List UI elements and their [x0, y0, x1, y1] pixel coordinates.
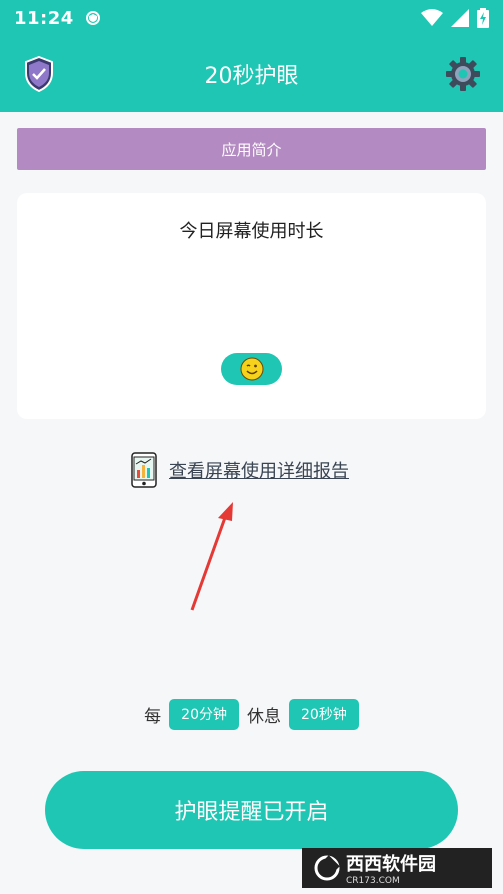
- every-label: 每: [144, 706, 162, 727]
- watermark-text-en: CR173.COM: [346, 876, 400, 886]
- wifi-icon: [421, 9, 443, 26]
- signal-icon: [451, 9, 469, 27]
- report-link[interactable]: 查看屏幕使用详细报告: [169, 457, 349, 483]
- screen-time-card: 今日屏幕使用时长: [17, 193, 486, 419]
- gear-icon[interactable]: [445, 56, 481, 92]
- app-title: 20秒护眼: [204, 64, 299, 89]
- report-row[interactable]: 查看屏幕使用详细报告: [131, 452, 349, 488]
- intro-button[interactable]: 应用简介: [17, 128, 486, 170]
- rest-label: 休息: [247, 706, 281, 727]
- watermark-logo-icon: [314, 855, 340, 881]
- phone-report-icon: [131, 452, 157, 488]
- shield-check-icon[interactable]: [24, 55, 54, 93]
- battery-charging-icon: [477, 8, 489, 28]
- status-icons: [421, 8, 489, 28]
- every-interval-chip[interactable]: 20分钟: [169, 698, 239, 730]
- status-bar: 11:24: [0, 0, 503, 36]
- emoji-pill[interactable]: [221, 353, 282, 385]
- wink-smiley-icon: [240, 357, 263, 381]
- watermark: 西西软件园 CR173.COM: [302, 848, 492, 888]
- rest-duration-chip[interactable]: 20秒钟: [289, 698, 359, 730]
- interval-row: 每 20分钟 休息 20秒钟: [0, 698, 503, 730]
- app-bar: 20秒护眼: [0, 36, 503, 112]
- watermark-text-cn: 西西软件园: [346, 854, 436, 875]
- screen-time-title: 今日屏幕使用时长: [179, 221, 324, 242]
- eye-care-reminder-button[interactable]: 护眼提醒已开启: [45, 771, 458, 849]
- status-time: 11:24: [14, 7, 74, 29]
- annotation-arrow: [190, 502, 233, 611]
- vpn-shield-icon: [85, 11, 100, 25]
